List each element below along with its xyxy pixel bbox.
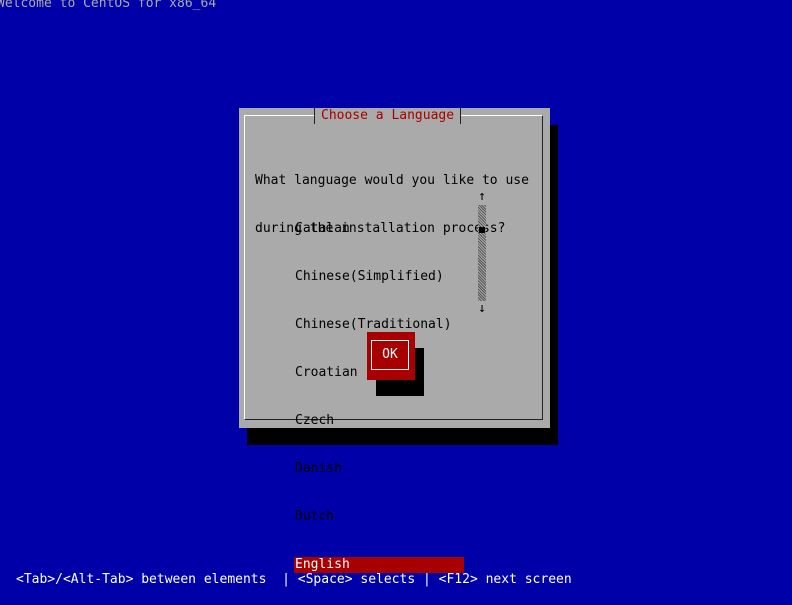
scroll-up-arrow-icon[interactable]: ↑ [476,189,488,205]
status-bar-help: <Tab>/<Alt-Tab> between elements | <Spac… [16,572,572,587]
language-item-catalan[interactable]: Catalan [294,221,464,237]
ok-button[interactable]: OK [367,332,415,380]
language-item-dutch[interactable]: Dutch [294,509,464,525]
language-item-english[interactable]: English [294,557,464,573]
scroll-thumb[interactable] [479,227,485,233]
dialog-title: Choose a Language [314,108,462,124]
ok-button-label: OK [371,340,409,370]
scroll-down-arrow-icon[interactable]: ↓ [476,301,488,317]
screen-title: Welcome to CentOS for x86_64 [0,0,217,11]
language-scrollbar[interactable]: ↑ ↓ [476,189,488,317]
language-item-chinese-traditional[interactable]: Chinese(Traditional) [294,317,464,333]
scroll-track[interactable] [478,205,486,301]
language-item-danish[interactable]: Danish [294,461,464,477]
prompt-line-1: What language would you like to use [255,173,529,188]
language-item-chinese-simplified[interactable]: Chinese(Simplified) [294,269,464,285]
language-list[interactable]: Catalan Chinese(Simplified) Chinese(Trad… [294,189,464,573]
language-item-czech[interactable]: Czech [294,413,464,429]
